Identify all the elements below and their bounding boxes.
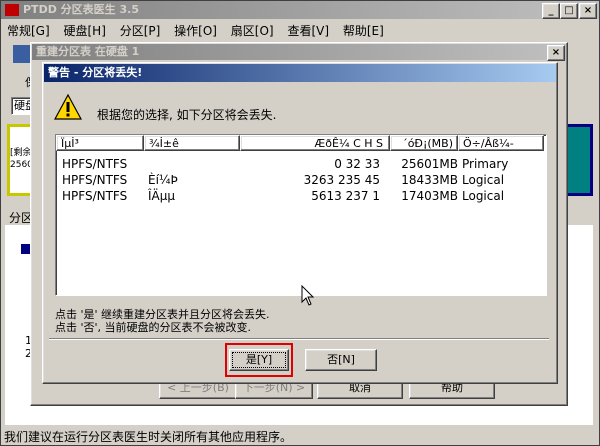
row-chs: 0 32 33 (334, 157, 380, 171)
warning-title: 警告 - 分区将丢失! (48, 66, 143, 79)
row-fs: HPFS/NTFS (62, 157, 128, 171)
rebuild-close-icon[interactable]: × (547, 45, 565, 61)
row-size: 17403MB (401, 189, 458, 203)
button-separator (49, 338, 549, 340)
menu-disk[interactable]: 硬盘[H] (64, 24, 106, 38)
app-title: PTDD 分区表医生 3.5 (23, 3, 139, 16)
row-chs: 3263 235 45 (303, 173, 380, 187)
table-row[interactable]: HPFS/NTFS ÎÄµµ 5613 237 1 17403MB Logica… (56, 188, 546, 204)
col-label[interactable]: ¾İ±ê (144, 135, 240, 151)
row-label: Èí¼Þ (148, 173, 178, 187)
status-text: 我们建议在运行分区表医生时关闭所有其他应用程序。 (4, 430, 293, 444)
app-logo-icon (5, 4, 19, 16)
menu-general[interactable]: 常规[G] (7, 24, 50, 38)
row-type: Logical (462, 189, 505, 203)
menu-partition[interactable]: 分区[P] (120, 24, 161, 38)
main-titlebar: PTDD 分区表医生 3.5 (1, 1, 599, 19)
rebuild-titlebar: 重建分区表 在硬盘 1 (32, 44, 566, 60)
hint-line-2: 点击 '否', 当前硬盘的分区表不会被改变. (55, 321, 252, 334)
row-size: 25601MB (401, 157, 458, 171)
col-chs[interactable]: ÆðÊ¼ C H S (240, 135, 390, 151)
row-fs: HPFS/NTFS (62, 189, 128, 203)
minimize-icon[interactable]: _ (542, 3, 560, 19)
table-row[interactable]: HPFS/NTFS 0 32 33 25601MB Primary (56, 156, 546, 172)
warning-titlebar: 警告 - 分区将丢失! (44, 64, 556, 82)
rebuild-title: 重建分区表 在硬盘 1 (36, 45, 140, 58)
close-icon[interactable]: × (579, 3, 597, 19)
menu-view[interactable]: 查看[V] (287, 24, 329, 38)
toolbar-save-icon[interactable] (13, 45, 31, 63)
table-row[interactable]: HPFS/NTFS Èí¼Þ 3263 235 45 18433MB Logic… (56, 172, 546, 188)
maximize-icon[interactable]: □ (560, 3, 578, 19)
mouse-cursor-icon (301, 285, 315, 306)
col-size[interactable]: ´óÐ¡(MB) (390, 135, 458, 151)
col-type[interactable]: Ö÷/Âß¼- (458, 135, 544, 151)
menu-bar: 常规[G] 硬盘[H] 分区[P] 操作[O] 扇区[O] 查看[V] 帮助[E… (7, 22, 394, 39)
row-size: 18433MB (401, 173, 458, 187)
menu-help[interactable]: 帮助[E] (343, 24, 384, 38)
warning-dialog: 警告 - 分区将丢失! 根据您的选择, 如下分区将会丢失. Ïµİ³ ¾İ±ê … (42, 62, 558, 384)
menu-operation[interactable]: 操作[O] (174, 24, 217, 38)
yes-button[interactable]: 是[Y] (229, 349, 289, 371)
no-button[interactable]: 否[N] (305, 349, 377, 371)
col-fs[interactable]: Ïµİ³ (56, 135, 144, 151)
row-type: Logical (462, 173, 505, 187)
row-label: ÎÄµµ (148, 189, 176, 203)
warning-message: 根据您的选择, 如下分区将会丢失. (97, 108, 277, 122)
row-chs: 5613 237 1 (311, 189, 380, 203)
list-header: Ïµİ³ ¾İ±ê ÆðÊ¼ C H S ´óÐ¡(MB) Ö÷/Âß¼- (56, 135, 546, 151)
row-type: Primary (462, 157, 509, 171)
row-fs: HPFS/NTFS (62, 173, 128, 187)
lost-partitions-list[interactable]: Ïµİ³ ¾İ±ê ÆðÊ¼ C H S ´óÐ¡(MB) Ö÷/Âß¼- HP… (55, 134, 547, 296)
menu-sector[interactable]: 扇区[O] (231, 24, 274, 38)
status-bar: 我们建议在运行分区表医生时关闭所有其他应用程序。 (1, 429, 600, 445)
warning-icon (54, 94, 82, 120)
